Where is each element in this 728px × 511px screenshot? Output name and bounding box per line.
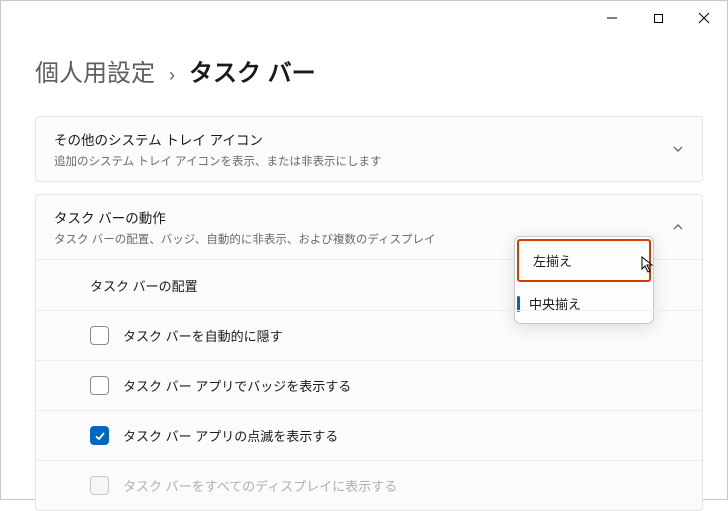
panel-subtitle: 追加のシステム トレイ アイコンを表示、または非表示にします bbox=[54, 153, 381, 169]
dropdown-option-label: 左揃え bbox=[533, 251, 572, 270]
close-icon bbox=[698, 12, 710, 24]
checkbox-autohide[interactable] bbox=[90, 326, 109, 345]
check-icon bbox=[94, 430, 106, 442]
panel-title: タスク バーの動作 bbox=[54, 207, 436, 227]
row-autohide[interactable]: タスク バーを自動的に隠す bbox=[36, 310, 702, 360]
settings-panels: その他のシステム トレイ アイコン 追加のシステム トレイ アイコンを表示、また… bbox=[1, 116, 727, 511]
chevron-down-icon bbox=[672, 143, 684, 155]
minimize-icon bbox=[606, 12, 618, 24]
page-title: タスク バー bbox=[189, 53, 316, 88]
window-titlebar bbox=[1, 1, 727, 33]
panel-taskbar-behavior: タスク バーの動作 タスク バーの配置、バッジ、自動的に非表示、および複数のディ… bbox=[35, 194, 703, 511]
alignment-label: タスク バーの配置 bbox=[90, 276, 198, 295]
close-button[interactable] bbox=[681, 7, 727, 29]
checkbox-flashing[interactable] bbox=[90, 426, 109, 445]
chevron-right-icon: › bbox=[169, 65, 175, 86]
panel-text: タスク バーの動作 タスク バーの配置、バッジ、自動的に非表示、および複数のディ… bbox=[54, 207, 436, 247]
row-label: タスク バーをすべてのディスプレイに表示する bbox=[123, 476, 397, 495]
row-label: タスク バー アプリでバッジを表示する bbox=[123, 376, 351, 395]
maximize-icon bbox=[653, 13, 664, 24]
panel-subtitle: タスク バーの配置、バッジ、自動的に非表示、および複数のディスプレイ bbox=[54, 231, 436, 247]
panel-system-tray: その他のシステム トレイ アイコン 追加のシステム トレイ アイコンを表示、また… bbox=[35, 116, 703, 182]
checkbox-all-displays bbox=[90, 476, 109, 495]
row-label: タスク バーを自動的に隠す bbox=[123, 326, 283, 345]
checkbox-badges[interactable] bbox=[90, 376, 109, 395]
chevron-up-icon bbox=[672, 221, 684, 233]
breadcrumb-previous[interactable]: 個人用設定 bbox=[35, 53, 155, 88]
minimize-button[interactable] bbox=[589, 7, 635, 29]
panel-header-tray[interactable]: その他のシステム トレイ アイコン 追加のシステム トレイ アイコンを表示、また… bbox=[36, 117, 702, 181]
row-flashing[interactable]: タスク バー アプリの点滅を表示する bbox=[36, 410, 702, 460]
row-all-displays: タスク バーをすべてのディスプレイに表示する bbox=[36, 460, 702, 510]
dropdown-option-left[interactable]: 左揃え bbox=[517, 239, 651, 282]
breadcrumb: 個人用設定 › タスク バー bbox=[1, 33, 727, 116]
cursor-icon bbox=[641, 256, 655, 274]
row-label: タスク バー アプリの点滅を表示する bbox=[123, 426, 338, 445]
behavior-rows: タスク バーの配置 左揃え 中央揃え タスク バーを自動的に隠す bbox=[36, 259, 702, 510]
maximize-button[interactable] bbox=[635, 7, 681, 29]
window-controls bbox=[589, 7, 727, 29]
row-badges[interactable]: タスク バー アプリでバッジを表示する bbox=[36, 360, 702, 410]
row-alignment: タスク バーの配置 左揃え 中央揃え bbox=[36, 260, 702, 310]
panel-title: その他のシステム トレイ アイコン bbox=[54, 129, 381, 149]
panel-text: その他のシステム トレイ アイコン 追加のシステム トレイ アイコンを表示、また… bbox=[54, 129, 381, 169]
